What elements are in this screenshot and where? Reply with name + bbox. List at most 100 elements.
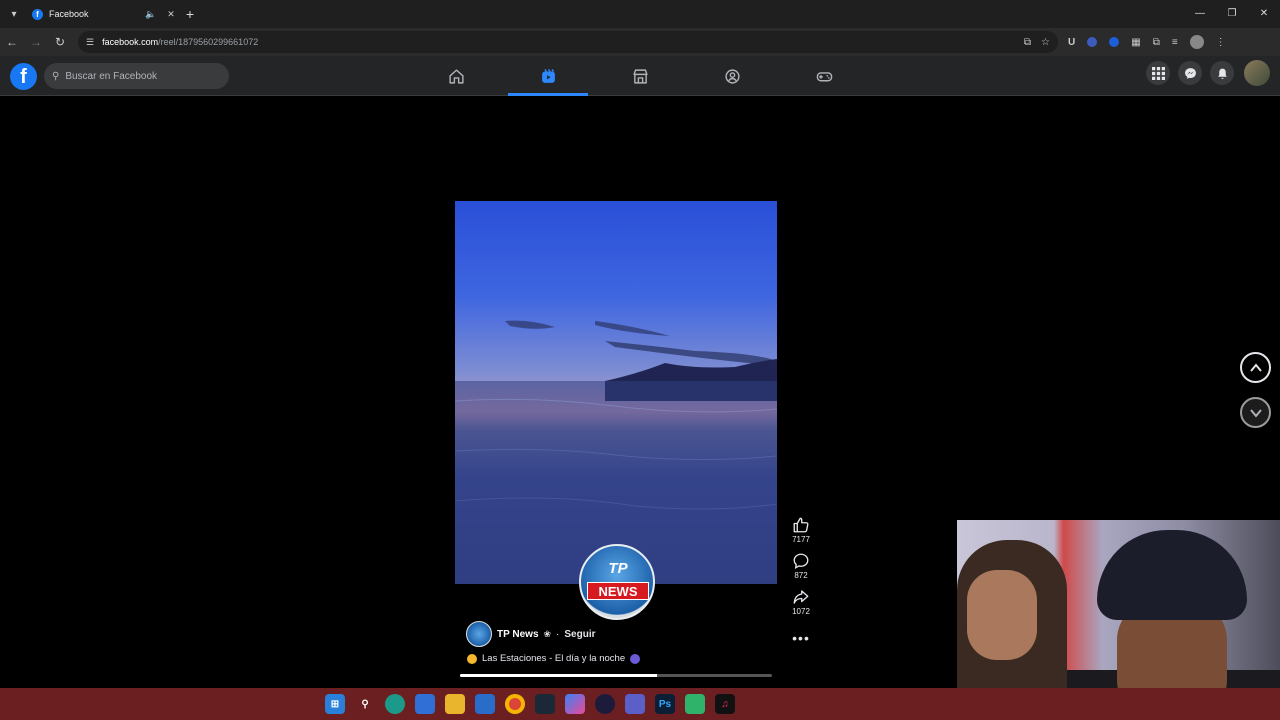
nav-groups[interactable] bbox=[686, 56, 778, 96]
nav-reels[interactable] bbox=[502, 56, 594, 96]
extensions-puzzle-icon[interactable]: ⧉ bbox=[1153, 37, 1160, 48]
tab-audio-icon[interactable]: 🔈 bbox=[144, 9, 158, 20]
cortana-icon[interactable] bbox=[595, 694, 615, 714]
comment-icon bbox=[793, 553, 809, 569]
reel-actions: 7177 872 1072 ••• bbox=[785, 516, 817, 646]
author-name[interactable]: TP News bbox=[497, 629, 539, 640]
facebook-main-nav bbox=[410, 56, 870, 96]
sunset-landscape-image bbox=[455, 320, 777, 584]
person-left-face bbox=[967, 570, 1037, 660]
facebook-header: f ⚲ bbox=[0, 56, 1280, 96]
nav-home[interactable] bbox=[410, 56, 502, 96]
taskbar-search-icon[interactable]: ⚲ bbox=[355, 694, 375, 714]
back-button[interactable]: ← bbox=[0, 35, 24, 49]
like-icon bbox=[793, 517, 809, 533]
new-tab-button[interactable]: + bbox=[178, 6, 202, 22]
profile-avatar-icon[interactable] bbox=[1189, 35, 1204, 49]
marketplace-icon bbox=[632, 68, 648, 84]
extension-globe-icon[interactable] bbox=[1087, 37, 1098, 47]
reels-icon bbox=[541, 68, 555, 83]
comment-count: 872 bbox=[794, 571, 808, 580]
android-emulator-icon[interactable] bbox=[685, 694, 705, 714]
reload-button[interactable]: ↻ bbox=[48, 35, 72, 49]
browser-menu-icon[interactable]: ⋮ bbox=[1216, 37, 1226, 48]
author-avatar[interactable] bbox=[466, 621, 492, 647]
address-bar[interactable]: ☰ facebook.com/reel/1879560299661072 ⧉ ☆ bbox=[78, 31, 1058, 53]
like-count: 7177 bbox=[792, 535, 810, 544]
home-icon bbox=[448, 68, 464, 84]
facebook-favicon-icon: f bbox=[32, 8, 43, 20]
reel-caption-row: Las Estaciones - El día y la noche bbox=[467, 653, 641, 664]
tiktok-icon[interactable]: ♫ bbox=[715, 694, 735, 714]
account-avatar[interactable] bbox=[1244, 60, 1270, 86]
start-windows-icon[interactable]: ⊞ bbox=[325, 694, 345, 714]
reel-author-row: TP News ❀ · Seguir bbox=[466, 621, 596, 647]
windows-taskbar: ⊞ ⚲ Ps ♫ bbox=[0, 688, 1280, 720]
outlook-icon[interactable] bbox=[475, 694, 495, 714]
tp-news-logo-top: TP bbox=[608, 560, 628, 577]
bell-icon bbox=[1217, 68, 1227, 79]
bookmark-star-icon[interactable]: ☆ bbox=[1041, 37, 1050, 48]
extension-puzzle-alt-icon[interactable]: ▦ bbox=[1131, 37, 1140, 48]
share-button[interactable]: 1072 bbox=[792, 588, 810, 616]
search-icon: ⚲ bbox=[52, 70, 60, 82]
previous-reel-button[interactable] bbox=[1240, 352, 1271, 383]
reel-progress-fill bbox=[460, 674, 657, 677]
site-info-icon[interactable]: ☰ bbox=[86, 37, 94, 48]
share-icon bbox=[793, 590, 809, 604]
nav-marketplace[interactable] bbox=[594, 56, 686, 96]
person-right-cap bbox=[1097, 530, 1247, 620]
chevron-up-icon bbox=[1249, 362, 1262, 372]
facebook-search[interactable]: ⚲ bbox=[44, 63, 229, 89]
reel-video[interactable] bbox=[455, 201, 777, 584]
forward-button[interactable]: → bbox=[24, 35, 48, 49]
messenger-icon bbox=[1184, 67, 1196, 79]
extension-blue-icon[interactable] bbox=[1109, 37, 1120, 47]
chevron-down-icon bbox=[1249, 408, 1262, 418]
next-reel-button[interactable] bbox=[1240, 397, 1271, 428]
gaming-icon bbox=[816, 71, 832, 81]
store-icon[interactable] bbox=[415, 694, 435, 714]
notifications-button[interactable] bbox=[1210, 61, 1234, 85]
reel-caption[interactable]: Las Estaciones - El día y la noche bbox=[482, 653, 625, 664]
restore-button[interactable]: ❐ bbox=[1216, 0, 1248, 28]
install-app-icon[interactable]: ⧉ bbox=[1024, 37, 1031, 48]
chrome-icon[interactable] bbox=[505, 694, 525, 714]
moon-emoji-icon bbox=[630, 653, 641, 664]
steam-icon[interactable] bbox=[535, 694, 555, 714]
sun-emoji-icon bbox=[467, 653, 477, 664]
verified-badge-icon: ❀ bbox=[543, 628, 552, 639]
extensions-area: U ▦ ⧉ ≡ ⋮ bbox=[1068, 35, 1226, 49]
media-controls-icon[interactable]: ≡ bbox=[1172, 37, 1178, 48]
teams-icon[interactable] bbox=[625, 694, 645, 714]
tab-search-dropdown-icon[interactable]: ▾ bbox=[0, 9, 28, 20]
minimize-button[interactable]: — bbox=[1184, 0, 1216, 28]
more-options-button[interactable]: ••• bbox=[792, 630, 810, 646]
file-explorer-icon[interactable] bbox=[445, 694, 465, 714]
facebook-header-actions bbox=[1146, 60, 1270, 86]
share-count: 1072 bbox=[792, 607, 810, 616]
tp-news-logo: TP NEWS bbox=[579, 544, 655, 620]
copilot-icon[interactable] bbox=[565, 694, 585, 714]
messenger-button[interactable] bbox=[1178, 61, 1202, 85]
browser-toolbar: ← → ↻ ☰ facebook.com/reel/18795602996610… bbox=[0, 28, 1280, 56]
like-button[interactable]: 7177 bbox=[792, 516, 810, 544]
browser-tab-facebook[interactable]: f Facebook 🔈 ✕ bbox=[28, 0, 178, 28]
search-input[interactable] bbox=[65, 70, 216, 82]
photoshop-icon[interactable]: Ps bbox=[655, 694, 675, 714]
window-close-button[interactable]: ✕ bbox=[1248, 0, 1280, 28]
nav-gaming[interactable] bbox=[778, 56, 870, 96]
menu-grid-button[interactable] bbox=[1146, 61, 1170, 85]
follow-button[interactable]: Seguir bbox=[564, 629, 595, 640]
url-path: /reel/1879560299661072 bbox=[158, 37, 259, 47]
extension-u-icon[interactable]: U bbox=[1068, 37, 1075, 48]
window-controls: — ❐ ✕ bbox=[1184, 0, 1280, 28]
browser-tab-strip: ▾ f Facebook 🔈 ✕ + — ❐ ✕ bbox=[0, 0, 1280, 28]
url-host: facebook.com bbox=[102, 37, 159, 47]
facebook-logo-icon[interactable]: f bbox=[10, 63, 37, 90]
comment-button[interactable]: 872 bbox=[792, 552, 810, 580]
edge-icon[interactable] bbox=[385, 694, 405, 714]
tp-news-logo-bottom: NEWS bbox=[587, 582, 649, 600]
tab-close-icon[interactable]: ✕ bbox=[164, 9, 178, 20]
reel-progress-bar[interactable] bbox=[460, 674, 772, 677]
